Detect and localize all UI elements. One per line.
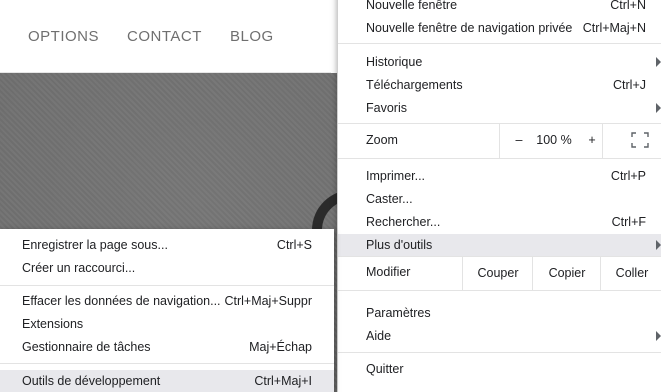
nav-link-contact[interactable]: CONTACT	[127, 28, 202, 45]
menu-item-bookmarks[interactable]: Favoris	[338, 97, 661, 119]
nav-link-blog[interactable]: BLOG	[230, 28, 274, 45]
submenu-item-dev-tools[interactable]: Outils de développement Ctrl+Maj+I	[0, 370, 334, 392]
menu-item-quit[interactable]: Quitter	[338, 358, 661, 380]
menu-item-label: Nouvelle fenêtre	[366, 0, 458, 12]
submenu-item-label: Effacer les données de navigation...	[22, 294, 221, 308]
edit-label: Modifier	[366, 265, 411, 279]
menu-item-label: Paramètres	[366, 306, 431, 320]
menu-separator	[338, 352, 661, 353]
zoom-control: – 100 % +	[499, 124, 603, 158]
menu-item-label: Aide	[366, 329, 392, 343]
menu-item-label: Imprimer...	[366, 169, 426, 183]
submenu-item-label: Extensions	[22, 317, 84, 331]
menu-item-label: Rechercher...	[366, 215, 441, 229]
menu-item-incognito-window[interactable]: Nouvelle fenêtre de navigation privée Ct…	[338, 17, 661, 39]
zoom-row: Zoom – 100 % +	[338, 124, 661, 158]
menu-separator	[338, 43, 661, 44]
edit-row: Modifier Couper Copier Coller	[338, 256, 661, 290]
submenu-item-shortcut: Ctrl+Maj+Suppr	[224, 294, 312, 308]
chevron-right-icon	[656, 240, 661, 250]
zoom-in-button[interactable]: +	[586, 133, 598, 147]
menu-item-downloads[interactable]: Téléchargements Ctrl+J	[338, 74, 661, 96]
chevron-right-icon	[656, 331, 661, 341]
menu-item-settings[interactable]: Paramètres	[338, 302, 661, 324]
more-tools-submenu: Enregistrer la page sous... Ctrl+S Créer…	[0, 229, 334, 392]
menu-item-shortcut: Ctrl+N	[610, 0, 646, 12]
menu-item-more-tools[interactable]: Plus d'outils	[338, 234, 661, 256]
website-header: OPTIONS CONTACT BLOG	[0, 0, 331, 73]
cut-button[interactable]: Couper	[462, 256, 533, 290]
zoom-label: Zoom	[366, 133, 398, 147]
zoom-out-button[interactable]: –	[513, 133, 525, 147]
menu-item-find[interactable]: Rechercher... Ctrl+F	[338, 211, 661, 233]
menu-item-label: Nouvelle fenêtre de navigation privée	[366, 21, 573, 35]
nav-link-options[interactable]: OPTIONS	[28, 28, 99, 45]
menu-item-label: Caster...	[366, 192, 413, 206]
menu-item-shortcut: Ctrl+P	[610, 169, 646, 183]
menu-item-label: Quitter	[366, 362, 404, 376]
menu-item-cast[interactable]: Caster...	[338, 188, 661, 210]
menu-item-label: Historique	[366, 55, 423, 69]
menu-item-print[interactable]: Imprimer... Ctrl+P	[338, 165, 661, 187]
menu-item-label: Plus d'outils	[366, 238, 433, 252]
menu-item-history[interactable]: Historique	[338, 51, 661, 73]
submenu-item-label: Enregistrer la page sous...	[22, 238, 168, 252]
copy-button[interactable]: Copier	[532, 256, 601, 290]
menu-item-shortcut: Ctrl+F	[611, 215, 646, 229]
submenu-item-save-page[interactable]: Enregistrer la page sous... Ctrl+S	[0, 234, 334, 256]
menu-item-shortcut: Ctrl+J	[613, 78, 646, 92]
submenu-item-task-manager[interactable]: Gestionnaire de tâches Maj+Échap	[0, 336, 334, 358]
menu-separator	[338, 290, 661, 291]
menu-item-label: Téléchargements	[366, 78, 463, 92]
chrome-menu: Nouvelle fenêtre Ctrl+N Nouvelle fenêtre…	[337, 0, 661, 392]
menu-item-new-window[interactable]: Nouvelle fenêtre Ctrl+N	[338, 0, 661, 16]
chevron-right-icon	[656, 103, 661, 113]
submenu-item-shortcut: Ctrl+Maj+I	[254, 374, 312, 388]
submenu-separator	[0, 285, 334, 286]
fullscreen-icon[interactable]	[631, 132, 649, 148]
menu-separator	[338, 158, 661, 159]
menu-item-shortcut: Ctrl+Maj+N	[582, 21, 646, 35]
submenu-item-label: Gestionnaire de tâches	[22, 340, 151, 354]
submenu-item-extensions[interactable]: Extensions	[0, 313, 334, 335]
paste-button[interactable]: Coller	[600, 256, 661, 290]
submenu-item-shortcut: Maj+Échap	[249, 340, 312, 354]
submenu-item-clear-data[interactable]: Effacer les données de navigation... Ctr…	[0, 290, 334, 312]
submenu-item-label: Outils de développement	[22, 374, 161, 388]
zoom-level: 100 %	[536, 133, 572, 147]
submenu-item-label: Créer un raccourci...	[22, 261, 136, 275]
chevron-right-icon	[656, 57, 661, 67]
menu-item-help[interactable]: Aide	[338, 325, 661, 347]
submenu-separator	[0, 363, 334, 364]
menu-item-label: Favoris	[366, 101, 407, 115]
submenu-item-shortcut: Ctrl+S	[276, 238, 312, 252]
submenu-item-create-shortcut[interactable]: Créer un raccourci...	[0, 257, 334, 279]
